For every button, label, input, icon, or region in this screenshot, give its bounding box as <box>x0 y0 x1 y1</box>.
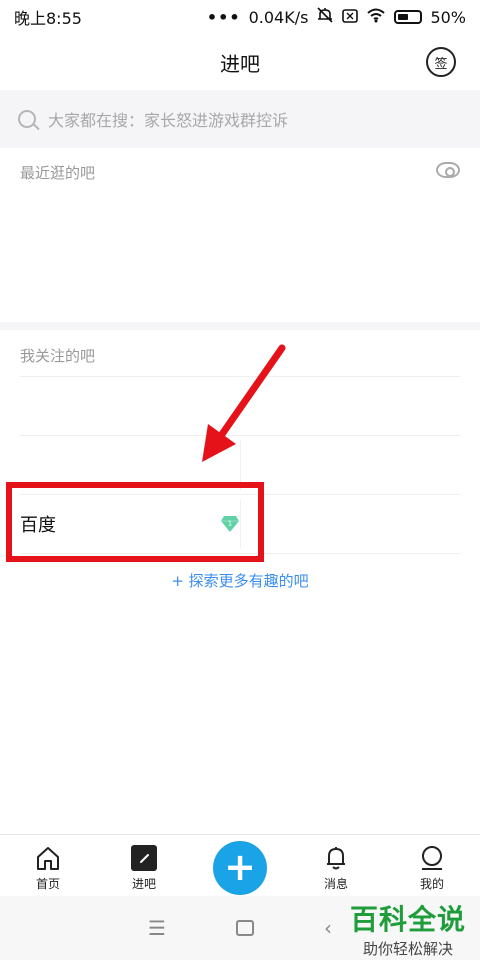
sign-icon: 签 <box>434 56 448 72</box>
status-indicators: ••• 0.04K/s 50% <box>207 6 466 28</box>
nav-post[interactable]: + <box>192 835 288 896</box>
section-divider <box>0 322 480 330</box>
watermark-subtitle: 助你轻松解决 <box>362 940 453 958</box>
nav-bars-label: 进吧 <box>131 877 156 891</box>
status-bar: 晚上8:55 ••• 0.04K/s 50% <box>0 0 480 34</box>
battery-icon <box>394 10 423 24</box>
bottom-nav: 首页 进吧 + 消息 我的 <box>0 834 480 896</box>
recent-bars-label: 最近逛的吧 <box>20 164 96 182</box>
annotation-arrow-icon <box>202 344 286 462</box>
page-header: 进吧 签 <box>0 34 480 90</box>
eye-icon[interactable] <box>436 162 460 178</box>
sim-icon <box>342 8 359 27</box>
nav-messages-label: 消息 <box>323 877 348 891</box>
status-dots: ••• <box>206 7 241 27</box>
followed-bars-label: 我关注的吧 <box>20 347 96 365</box>
nav-home-label: 首页 <box>35 877 60 891</box>
status-time: 晚上8:55 <box>14 9 82 28</box>
home-icon <box>35 845 61 871</box>
nav-home[interactable]: 首页 <box>0 835 96 896</box>
page-title: 进吧 <box>220 51 260 76</box>
watermark: 百科全说 助你轻松解决 <box>350 898 466 959</box>
mute-icon <box>316 6 334 28</box>
bell-icon <box>323 845 349 871</box>
nav-messages[interactable]: 消息 <box>288 835 384 896</box>
back-icon[interactable]: ‹ <box>324 916 332 940</box>
search-input[interactable]: 大家都在搜：家长怒进游戏群控诉 <box>48 107 288 131</box>
highlight-annotation-box <box>6 482 264 562</box>
battery-percent: 50% <box>430 7 466 27</box>
explore-more-link[interactable]: + 探索更多有趣的吧 <box>0 570 480 591</box>
post-plus-icon[interactable]: + <box>213 841 267 895</box>
search-icon <box>18 110 36 128</box>
network-speed: 0.04K/s <box>248 7 309 27</box>
nav-profile-label: 我的 <box>419 877 444 891</box>
nav-profile[interactable]: 我的 <box>384 835 480 896</box>
wifi-icon <box>366 7 386 27</box>
nav-bars[interactable]: 进吧 <box>96 835 192 896</box>
watermark-title: 百科全说 <box>349 903 466 936</box>
menu-icon[interactable]: ☰ <box>148 916 166 940</box>
profile-icon <box>419 845 445 871</box>
search-bar[interactable]: 大家都在搜：家长怒进游戏群控诉 <box>0 90 480 148</box>
bars-icon <box>131 845 157 871</box>
sign-in-button[interactable]: 签 <box>426 47 456 77</box>
home-square-icon[interactable] <box>235 920 254 936</box>
